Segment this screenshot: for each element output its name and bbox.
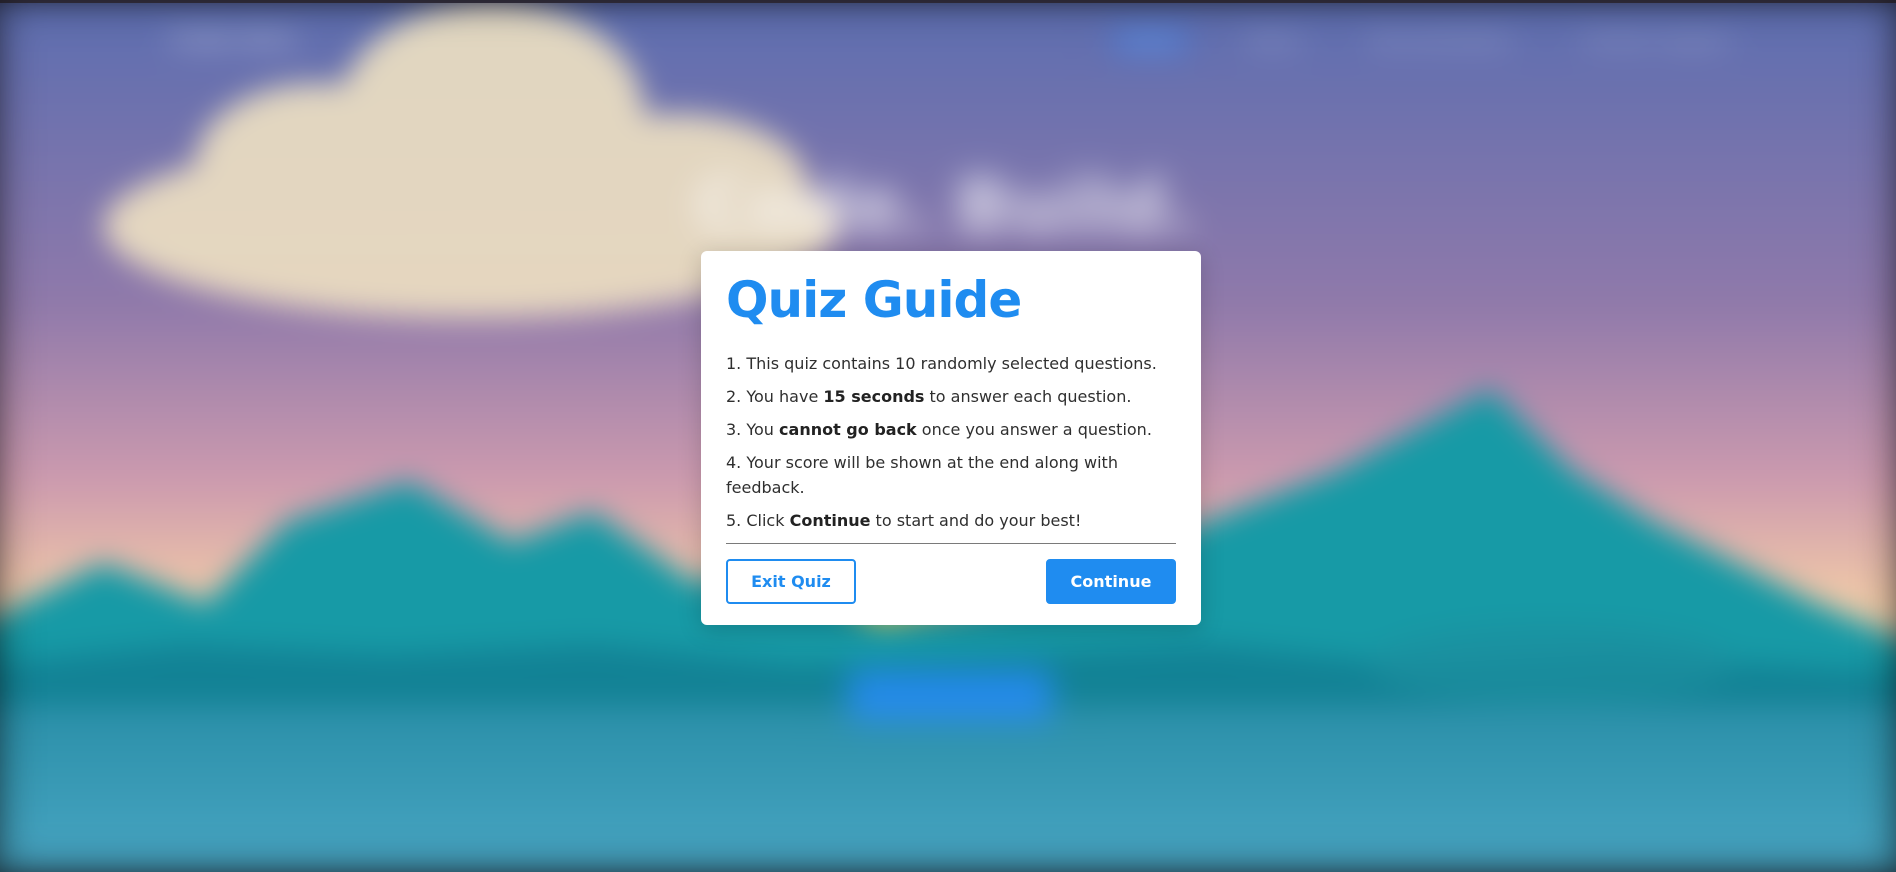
nav-link-documentation: Documentation	[1370, 30, 1513, 52]
rule-number: 4.	[726, 453, 742, 472]
dialog-divider	[726, 543, 1176, 544]
rule-text: You have	[746, 387, 824, 406]
rule-text: Click	[746, 511, 790, 530]
rule-emphasis: Continue	[789, 511, 871, 530]
nav-link-home: Home	[1113, 25, 1188, 56]
continue-button[interactable]: Continue	[1046, 559, 1176, 604]
rule-number: 1.	[726, 354, 742, 373]
hero-title: Code. Build.	[695, 162, 1195, 249]
nav-link-contact: Contact Support	[1581, 30, 1732, 52]
nav-links: Home About Documentation Contact Support	[1113, 25, 1741, 56]
hero-start-button	[848, 669, 1053, 721]
window-top-edge	[0, 0, 1896, 3]
dialog-title: Quiz Guide	[726, 271, 1022, 329]
rule-item: 2. You have 15 seconds to answer each qu…	[726, 384, 1176, 409]
nav-link-about: About	[1246, 30, 1302, 52]
rule-emphasis: 15 seconds	[823, 387, 925, 406]
rule-emphasis: cannot go back	[779, 420, 917, 439]
dialog-actions: Exit Quiz Continue	[726, 559, 1176, 604]
rule-item: 4. Your score will be shown at the end a…	[726, 450, 1176, 500]
rule-item: 3. You cannot go back once you answer a …	[726, 417, 1176, 442]
rule-text: You	[746, 420, 780, 439]
page: Code Quiz Home About Documentation Conta…	[0, 0, 1896, 872]
exit-quiz-button[interactable]: Exit Quiz	[726, 559, 856, 604]
rule-number: 2.	[726, 387, 742, 406]
quiz-guide-dialog: Quiz Guide 1. This quiz contains 10 rand…	[701, 251, 1201, 625]
rules-list: 1. This quiz contains 10 randomly select…	[726, 351, 1176, 533]
rule-text: Your score will be shown at the end alon…	[726, 453, 1118, 497]
rule-text-end: to answer each question.	[924, 387, 1132, 406]
rule-number: 5.	[726, 511, 742, 530]
nav-logo: Code Quiz	[169, 25, 297, 52]
rule-text-end: once you answer a question.	[916, 420, 1152, 439]
rule-number: 3.	[726, 420, 742, 439]
rule-item: 1. This quiz contains 10 randomly select…	[726, 351, 1176, 376]
rule-text: This quiz contains 10 randomly selected …	[746, 354, 1157, 373]
rule-item: 5. Click Continue to start and do your b…	[726, 508, 1176, 533]
rule-text-end: to start and do your best!	[870, 511, 1082, 530]
